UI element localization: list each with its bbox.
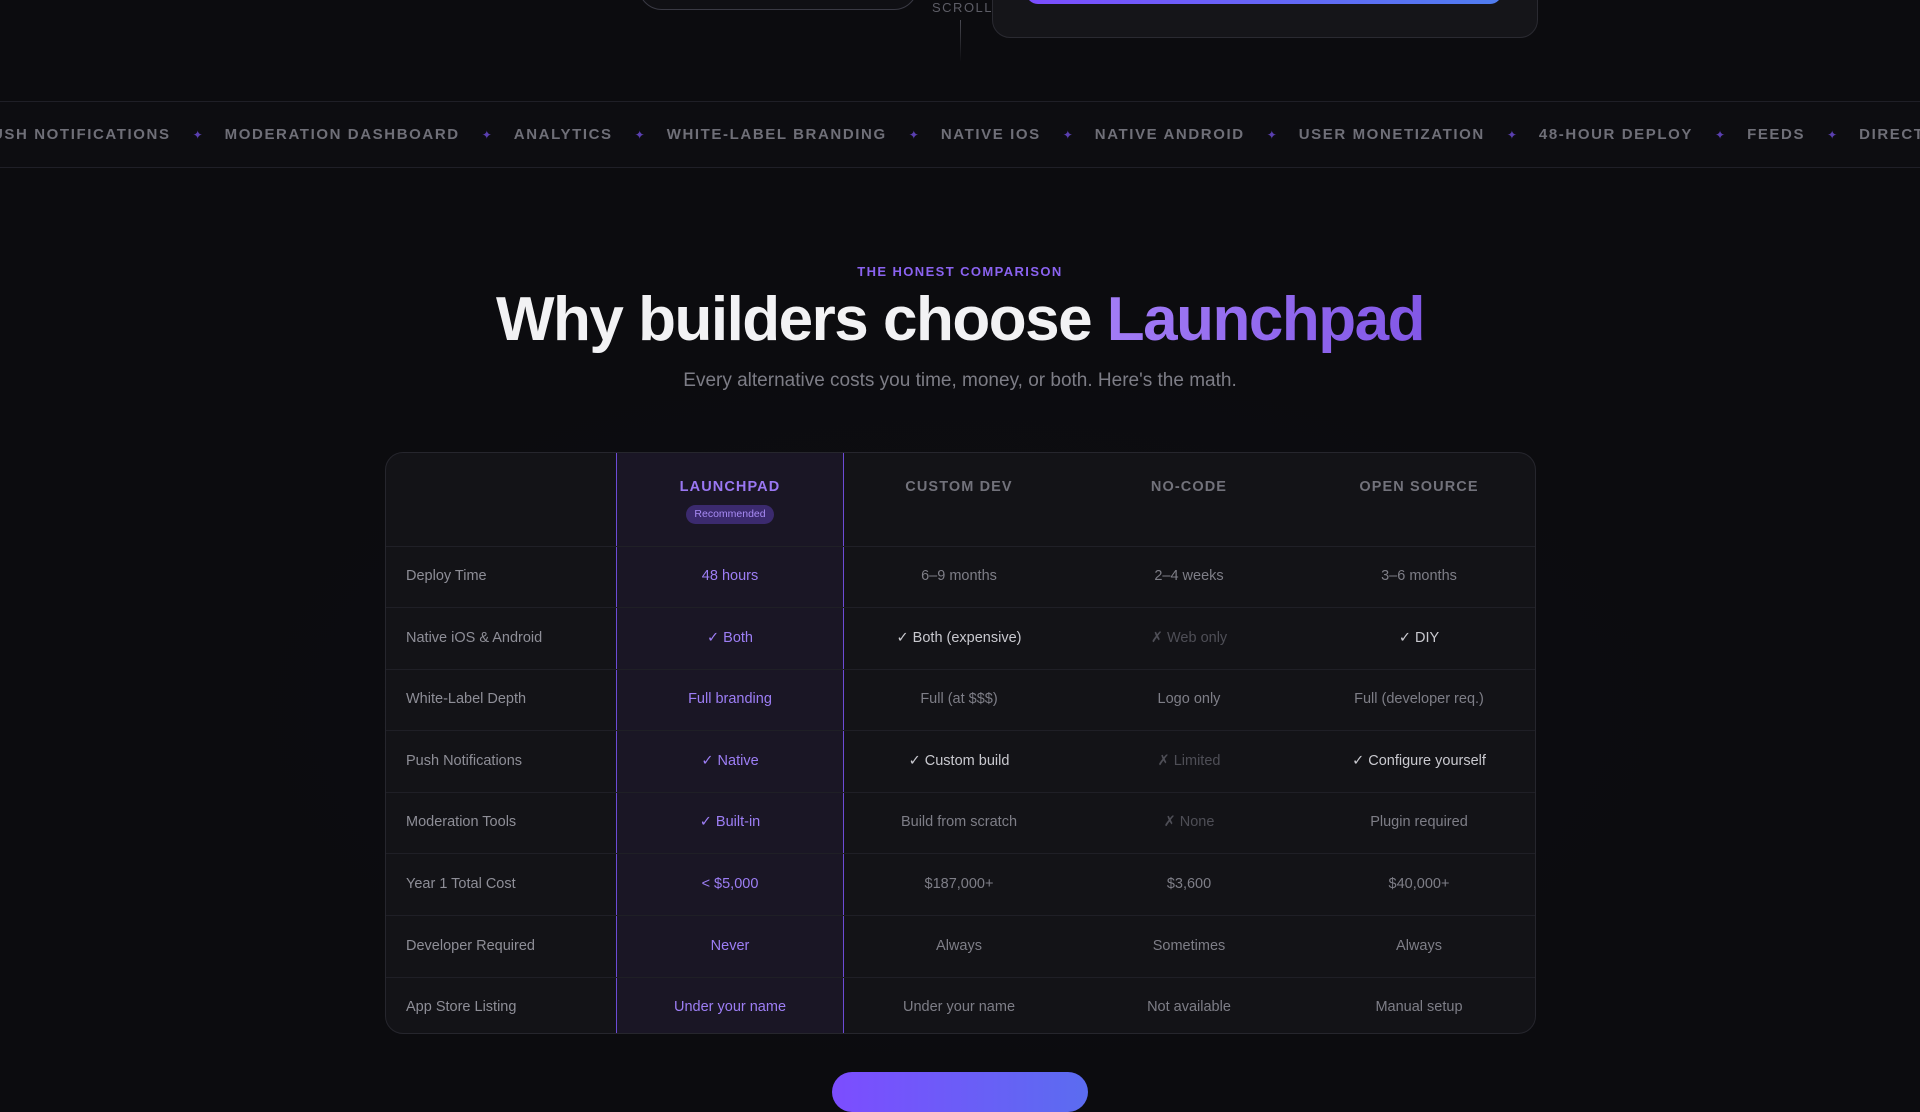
hero-card [992, 0, 1538, 38]
marquee-item: FEEDS [1747, 126, 1806, 143]
marquee-item: USER MONETIZATION [1298, 126, 1485, 143]
row-label: Year 1 Total Cost [406, 876, 516, 892]
section-subtitle: Every alternative costs you time, money,… [683, 370, 1237, 391]
comparison-table: LAUNCHPAD Recommended CUSTOM DEV NO-CODE… [385, 452, 1536, 1034]
table-row: Deploy Time 48 hours 6–9 months 2–4 weeks 3–… [386, 546, 1535, 608]
table-row: Year 1 Total Cost < $5,000 $187,000+ $3,600… [386, 854, 1535, 916]
table-cell: ✗ Limited [1157, 752, 1221, 769]
title-main: Why builders choose [496, 285, 1107, 354]
table-cell: Always [1396, 937, 1442, 954]
section-eyebrow: THE HONEST COMPARISON [857, 264, 1063, 279]
table-cell: < $5,000 [701, 876, 759, 892]
table-cell: Never [710, 937, 750, 954]
marquee-track: USH NOTIFICATIONS ✦ MODERATION DASHBOARD ✦ A… [0, 102, 1920, 167]
table-cell: ✓ Both [706, 629, 753, 646]
table-cell: Under your name [902, 999, 1016, 1016]
table-cell: ✓ Built-in [699, 814, 761, 831]
marquee-item: MODERATION DASHBOARD [224, 126, 460, 143]
scroll-indicator-line [960, 20, 961, 62]
table-cell: Full (at $$$) [920, 691, 998, 708]
table-cell: Plugin required [1370, 814, 1468, 831]
column-header-custom-dev: CUSTOM DEV [905, 479, 1013, 495]
table-row: Native iOS & Android ✓ Both ✓ Both (expens… [386, 608, 1535, 670]
hero-progress-bar [1026, 0, 1502, 4]
sparkle-separator-icon: ✦ [1062, 127, 1073, 142]
table-cell: $3,600 [1166, 876, 1212, 892]
cta-button[interactable] [832, 1072, 1088, 1112]
table-cell: Logo only [1157, 691, 1221, 708]
marquee-item: ANALYTICS [513, 126, 613, 143]
marquee-item: 48-HOUR DEPLOY [1538, 126, 1693, 143]
table-cell: Not available [1147, 999, 1231, 1016]
table-cell: Full branding [688, 691, 772, 708]
section-title: Why builders choose Launchpad [0, 284, 1920, 355]
table-cell: Sometimes [1152, 937, 1226, 954]
table-row: Developer Required Never Always Sometimes Al… [386, 916, 1535, 978]
marquee-item: NATIVE IOS [940, 126, 1041, 143]
marquee-item: NATIVE ANDROID [1094, 126, 1245, 143]
sparkle-separator-icon: ✦ [634, 127, 645, 142]
table-cell: Under your name [673, 999, 787, 1016]
table-cell: ✓ Native [701, 752, 759, 769]
table-cell: Manual setup [1375, 999, 1463, 1016]
marquee-item: USH NOTIFICATIONS [0, 126, 171, 143]
table-row: App Store Listing Under your name Under yo… [386, 977, 1535, 1033]
column-header-open-source: OPEN SOURCE [1359, 479, 1479, 495]
row-label: App Store Listing [406, 999, 517, 1016]
marquee-item: DIRECT MESSAGING [1859, 126, 1920, 143]
sparkle-separator-icon: ✦ [1506, 127, 1517, 142]
table-header: LAUNCHPAD Recommended CUSTOM DEV NO-CODE… [386, 453, 1535, 547]
sparkle-separator-icon: ✦ [1827, 127, 1838, 142]
table-cell: $40,000+ [1388, 876, 1450, 892]
row-label: Push Notifications [406, 752, 523, 769]
table-cell: ✓ DIY [1398, 629, 1440, 646]
column-header-no-code: NO-CODE [1150, 479, 1228, 495]
row-label: Deploy Time [406, 568, 487, 584]
table-cell: 2–4 weeks [1154, 568, 1224, 584]
table-cell: $187,000+ [924, 876, 994, 892]
table-cell: 48 hours [701, 568, 759, 584]
table-cell: ✓ Both (expensive) [896, 629, 1022, 646]
table-cell: 6–9 months [921, 568, 997, 584]
sparkle-separator-icon: ✦ [481, 127, 492, 142]
row-label: Native iOS & Android [406, 629, 543, 646]
table-row: Push Notifications ✓ Native ✓ Custom build… [386, 731, 1535, 793]
row-label: Moderation Tools [406, 814, 517, 831]
feature-marquee: USH NOTIFICATIONS ✦ MODERATION DASHBOARD ✦ A… [0, 101, 1920, 168]
table-cell: ✗ Web only [1150, 629, 1228, 646]
marquee-item: WHITE-LABEL BRANDING [666, 126, 887, 143]
table-cell: ✗ None [1163, 814, 1215, 831]
title-accent: Launchpad [1106, 285, 1426, 354]
scroll-indicator-label: SCROLL [932, 0, 994, 15]
row-label: White-Label Depth [406, 691, 527, 708]
table-cell: Always [936, 937, 982, 954]
recommended-badge: Recommended [686, 505, 774, 524]
column-header-launchpad: LAUNCHPAD [679, 479, 781, 495]
row-label: Developer Required [406, 937, 535, 954]
sparkle-separator-icon: ✦ [1266, 127, 1277, 142]
table-cell: Full (developer req.) [1354, 691, 1484, 708]
table-row: Moderation Tools ✓ Built-in Build from scr… [386, 792, 1535, 855]
table-row: White-Label Depth Full branding Full (at $… [386, 669, 1535, 732]
table-cell: 3–6 months [1381, 568, 1457, 584]
table-cell: ✓ Custom build [908, 752, 1010, 769]
sparkle-separator-icon: ✦ [908, 127, 919, 142]
top-input-pill[interactable] [638, 0, 918, 10]
sparkle-separator-icon: ✦ [1715, 127, 1726, 142]
table-cell: Build from scratch [900, 814, 1018, 831]
sparkle-separator-icon: ✦ [192, 127, 203, 142]
table-cell: ✓ Configure yourself [1352, 752, 1486, 769]
